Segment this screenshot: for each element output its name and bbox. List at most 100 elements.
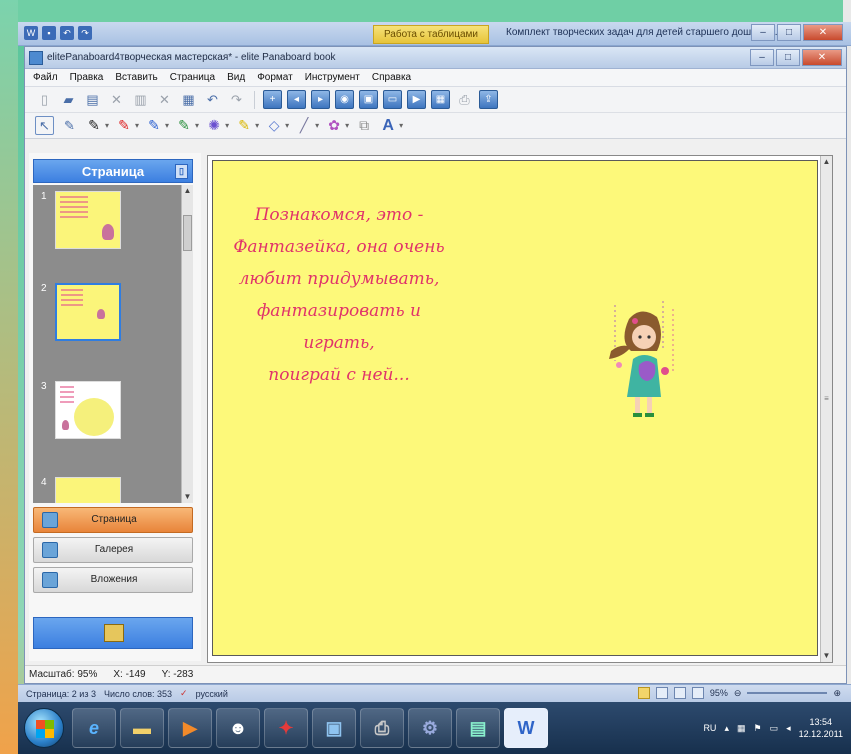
pen-green-icon[interactable]: ✎ <box>175 117 193 134</box>
clock[interactable]: 13:54 12.12.2011 <box>799 716 843 740</box>
dropdown-caret[interactable]: ▾ <box>255 121 259 130</box>
dropdown-caret[interactable]: ▾ <box>165 121 169 130</box>
scroll-up-icon[interactable]: ▲ <box>821 156 832 168</box>
next-page-icon[interactable]: ▸ <box>311 90 330 109</box>
media-player-icon[interactable]: ▶ <box>168 708 212 748</box>
dropdown-caret[interactable]: ▾ <box>135 121 139 130</box>
close-button[interactable]: ✕ <box>802 49 842 66</box>
menu-tools[interactable]: Инструмент <box>305 72 360 83</box>
volume-icon[interactable]: ◂ <box>786 723 791 734</box>
dropdown-caret[interactable]: ▾ <box>285 121 289 130</box>
printer-icon[interactable]: ⎙ <box>360 708 404 748</box>
page-count-status[interactable]: Страница: 2 из 3 <box>26 689 96 699</box>
whiteboard-page[interactable]: Познакомся, это - Фантазейка, она очень … <box>212 160 818 656</box>
dropdown-caret[interactable]: ▾ <box>225 121 229 130</box>
dropdown-caret[interactable]: ▾ <box>105 121 109 130</box>
network-icon[interactable]: ▦ <box>737 723 746 734</box>
language-status[interactable]: русский <box>196 689 228 699</box>
outline-icon[interactable] <box>691 687 704 699</box>
undo-icon[interactable]: ↶ <box>60 26 74 40</box>
zoom-out-icon[interactable]: ⊖ <box>734 688 742 699</box>
scroll-thumb[interactable] <box>183 215 192 251</box>
close-button[interactable]: ✕ <box>803 24 843 41</box>
menu-help[interactable]: Справка <box>372 72 411 83</box>
video-icon[interactable]: ▶ <box>407 90 426 109</box>
maximize-button[interactable]: □ <box>776 49 800 66</box>
save-icon[interactable]: ▤ <box>83 90 102 109</box>
panaboard-app-icon[interactable] <box>29 51 43 65</box>
page-thumbnail[interactable]: 4 <box>41 477 121 503</box>
menu-format[interactable]: Формат <box>257 72 293 83</box>
color-icon[interactable]: ✿ <box>325 117 343 134</box>
gallery-icon[interactable]: ▦ <box>431 90 450 109</box>
cut-icon[interactable]: ✕ <box>107 90 126 109</box>
pen-red-icon[interactable]: ✎ <box>115 117 133 134</box>
prev-page-icon[interactable]: ◂ <box>287 90 306 109</box>
menu-view[interactable]: Вид <box>227 72 245 83</box>
menu-file[interactable]: Файл <box>33 72 58 83</box>
scroll-grip-icon[interactable]: ≡ <box>821 394 832 403</box>
scroll-down-icon[interactable]: ▼ <box>182 491 193 503</box>
shape-icon[interactable]: ◇ <box>265 117 283 134</box>
highlighter-icon[interactable]: ✎ <box>235 117 253 134</box>
screen-icon[interactable]: ▭ <box>383 90 402 109</box>
redo-icon[interactable]: ↷ <box>78 26 92 40</box>
word-taskbar-icon[interactable]: W <box>504 708 548 748</box>
tray-arrow-icon[interactable]: ▴ <box>724 723 729 734</box>
menu-edit[interactable]: Правка <box>70 72 104 83</box>
page-thumbnail-selected[interactable]: 2 <box>41 283 121 341</box>
maximize-button[interactable]: □ <box>777 24 801 41</box>
export-icon[interactable]: ⇪ <box>479 90 498 109</box>
new-page-icon[interactable]: ▯ <box>35 90 54 109</box>
spellcheck-icon[interactable]: ✓ <box>180 688 188 699</box>
attachments-tab-button[interactable]: Вложения <box>33 567 193 593</box>
menu-page[interactable]: Страница <box>170 72 215 83</box>
redo-icon[interactable]: ↷ <box>227 90 246 109</box>
web-layout-icon[interactable] <box>673 687 686 699</box>
canvas-scrollbar[interactable]: ▲ ≡ ▼ <box>820 156 832 662</box>
zoom-slider[interactable] <box>747 692 828 694</box>
tools-icon[interactable]: ⚙ <box>408 708 452 748</box>
language-indicator[interactable]: RU <box>703 723 716 733</box>
panaboard-book-icon[interactable]: ▤ <box>456 708 500 748</box>
fill-icon[interactable]: ✺ <box>205 117 223 134</box>
internet-explorer-icon[interactable]: e <box>72 708 116 748</box>
scroll-up-icon[interactable]: ▲ <box>182 185 193 197</box>
camera-icon[interactable]: ◉ <box>335 90 354 109</box>
save-icon[interactable]: ▪ <box>42 26 56 40</box>
text-icon[interactable]: A <box>379 117 397 135</box>
dropdown-caret[interactable]: ▾ <box>399 121 403 130</box>
pin-icon[interactable]: ▯ <box>175 164 188 179</box>
pen-black-icon[interactable]: ✎ <box>85 117 103 134</box>
copy-icon[interactable]: ▥ <box>131 90 150 109</box>
open-icon[interactable]: ▰ <box>59 90 78 109</box>
group-icon[interactable]: ⧉ <box>355 117 373 134</box>
undo-icon[interactable]: ↶ <box>203 90 222 109</box>
minimize-button[interactable]: – <box>751 24 775 41</box>
menu-insert[interactable]: Вставить <box>115 72 157 83</box>
image-icon[interactable]: ▣ <box>359 90 378 109</box>
flag-icon[interactable]: ⚑ <box>753 723 761 734</box>
line-icon[interactable]: ╱ <box>295 117 313 134</box>
explorer-folder-icon[interactable]: ▬ <box>120 708 164 748</box>
select-icon[interactable]: ↖ <box>35 116 54 135</box>
dropdown-caret[interactable]: ▾ <box>345 121 349 130</box>
word-count-status[interactable]: Число слов: 353 <box>104 689 172 699</box>
zoom-in-icon[interactable]: ⊕ <box>833 688 841 699</box>
delete-icon[interactable]: ✕ <box>155 90 174 109</box>
display-icon[interactable]: ▭ <box>770 723 779 734</box>
pin-app-icon[interactable]: ✦ <box>264 708 308 748</box>
print-layout-icon[interactable] <box>637 687 650 699</box>
full-screen-icon[interactable] <box>655 687 668 699</box>
page-text[interactable]: Познакомся, это - Фантазейка, она очень … <box>227 199 451 391</box>
dropdown-caret[interactable]: ▾ <box>195 121 199 130</box>
eraser-icon[interactable]: ✎ <box>60 116 79 135</box>
pen-blue-icon[interactable]: ✎ <box>145 117 163 134</box>
thumbnail-scrollbar[interactable]: ▲ ▼ <box>181 185 193 503</box>
panel-bottom-button[interactable] <box>33 617 193 649</box>
girl-illustration[interactable] <box>601 301 681 431</box>
word-app-icon[interactable]: W <box>24 26 38 40</box>
dropdown-caret[interactable]: ▾ <box>315 121 319 130</box>
insert-page-icon[interactable]: + <box>263 90 282 109</box>
panaboard-taskbar-icon[interactable]: ▣ <box>312 708 356 748</box>
